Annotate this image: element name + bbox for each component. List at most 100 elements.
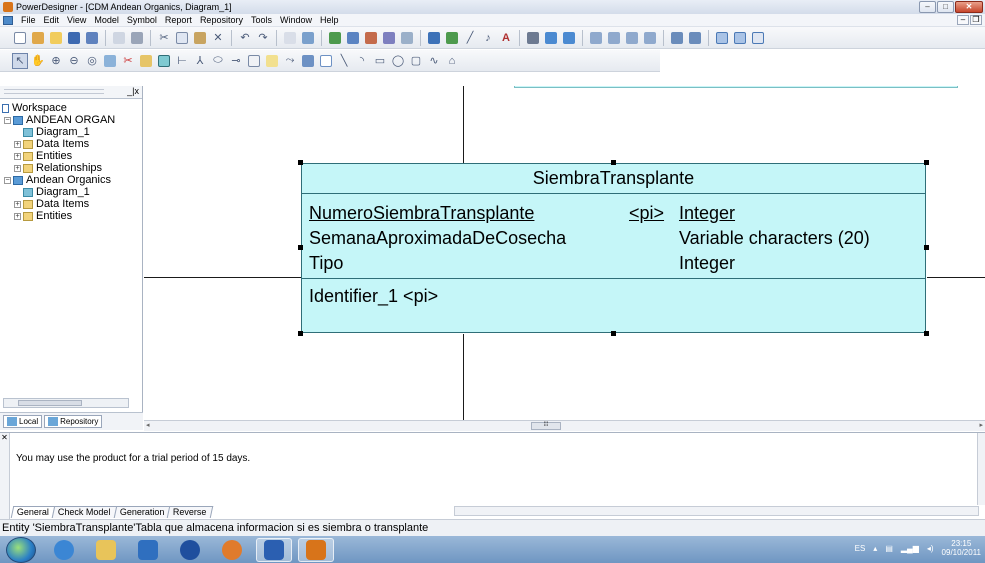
relationship-tool-icon[interactable]: ⊢ — [174, 53, 190, 69]
pen-icon[interactable]: ╱ — [462, 30, 478, 46]
tree-item-model-andean-organics[interactable]: − Andean Organics — [2, 174, 142, 186]
compare-icon[interactable] — [399, 30, 415, 46]
entity-siembra-transplante[interactable]: SiembraTransplante NumeroSiembraTranspla… — [301, 163, 926, 333]
internet-explorer-icon[interactable] — [46, 538, 82, 562]
view4-icon[interactable] — [642, 30, 658, 46]
scroll-right-icon[interactable]: ▸ — [979, 421, 983, 429]
attribute-row[interactable]: Tipo Integer — [309, 251, 925, 276]
ellipse-tool-icon[interactable]: ◯ — [390, 53, 406, 69]
output-panel-icon[interactable] — [732, 30, 748, 46]
text-tool-icon[interactable] — [318, 53, 334, 69]
undo-icon[interactable]: ↶ — [237, 30, 253, 46]
selection-handle[interactable] — [924, 331, 929, 336]
partial-entity-symbol[interactable] — [514, 86, 958, 88]
checkin-icon[interactable] — [543, 30, 559, 46]
zoom-in-icon[interactable]: ⊕ — [48, 53, 64, 69]
tab-general[interactable]: General — [10, 505, 56, 518]
mdi-restore-button[interactable]: ❐ — [970, 15, 982, 25]
signal-icon[interactable]: ▂▄▆ — [901, 544, 919, 553]
clock[interactable]: 23:15 09/10/2011 — [942, 539, 981, 557]
output-horizontal-scrollbar[interactable] — [454, 506, 979, 516]
powerdesigner-app-icon[interactable] — [3, 2, 13, 12]
save-all-icon[interactable] — [84, 30, 100, 46]
menu-symbol[interactable]: Symbol — [123, 14, 161, 26]
scroll-left-icon[interactable]: ◂ — [146, 421, 150, 429]
tab-check-model[interactable]: Check Model — [51, 505, 117, 518]
cut-icon[interactable]: ✂ — [156, 30, 172, 46]
pointer-icon[interactable]: ↖ — [12, 52, 28, 69]
report-icon[interactable] — [363, 30, 379, 46]
new-model-icon[interactable] — [30, 30, 46, 46]
expand-icon[interactable]: + — [14, 200, 21, 208]
note-tool-icon[interactable] — [264, 53, 280, 69]
tab-generation[interactable]: Generation — [113, 505, 171, 518]
tree-item-model-andean-organ[interactable]: − ANDEAN ORGAN — [2, 114, 142, 126]
format-icon[interactable]: ♪ — [480, 30, 496, 46]
tree-item-diagram[interactable]: Diagram_1 — [2, 126, 142, 138]
attribute-row[interactable]: SemanaAproximadaDeCosecha Variable chara… — [309, 226, 925, 251]
expand-icon[interactable]: + — [14, 152, 21, 160]
polygon-tool-icon[interactable]: ⌂ — [444, 53, 460, 69]
volume-icon[interactable]: ◂) — [927, 544, 934, 553]
tree-item-relationships[interactable]: + Relationships — [2, 162, 142, 174]
file-tool-icon[interactable] — [246, 53, 262, 69]
save-icon[interactable] — [66, 30, 82, 46]
window2-icon[interactable] — [687, 30, 703, 46]
expand-icon[interactable]: + — [14, 140, 21, 148]
document-icon[interactable] — [3, 15, 13, 25]
properties-icon[interactable] — [282, 30, 298, 46]
inheritance-tool-icon[interactable]: ⅄ — [192, 53, 208, 69]
browser-panel-icon[interactable] — [714, 30, 730, 46]
open-icon[interactable] — [48, 30, 64, 46]
hp-icon[interactable] — [172, 538, 208, 562]
word-icon[interactable] — [256, 537, 292, 562]
title-tool-icon[interactable] — [300, 53, 316, 69]
new-icon[interactable] — [12, 30, 28, 46]
view3-icon[interactable] — [624, 30, 640, 46]
file-explorer-icon[interactable] — [88, 538, 124, 562]
outlook-icon[interactable] — [130, 538, 166, 562]
browser-panel-close[interactable]: _|x — [127, 86, 139, 96]
collapse-icon[interactable]: − — [4, 176, 11, 184]
result-panel-icon[interactable] — [750, 30, 766, 46]
browser-icon[interactable] — [300, 30, 316, 46]
mdi-minimize-button[interactable]: – — [957, 15, 969, 25]
tree-item-workspace[interactable]: Workspace — [2, 102, 142, 114]
checkout-icon[interactable] — [561, 30, 577, 46]
window1-icon[interactable] — [669, 30, 685, 46]
association-tool-icon[interactable]: ⬭ — [210, 53, 226, 69]
menu-window[interactable]: Window — [276, 14, 316, 26]
language-indicator[interactable]: ES — [855, 544, 866, 553]
scrollbar-thumb[interactable]: ⁞⁞⁞ — [531, 422, 561, 430]
menu-repository[interactable]: Repository — [196, 14, 247, 26]
print-icon[interactable] — [129, 30, 145, 46]
menu-model[interactable]: Model — [90, 14, 123, 26]
selection-handle[interactable] — [298, 331, 303, 336]
selection-handle[interactable] — [924, 245, 929, 250]
expand-icon[interactable]: + — [14, 212, 21, 220]
tree-item-data-items[interactable]: + Data Items — [2, 198, 142, 210]
view1-icon[interactable] — [588, 30, 604, 46]
zoom-icon[interactable]: ◎ — [84, 53, 100, 69]
menu-report[interactable]: Report — [161, 14, 196, 26]
network-icon[interactable]: ▤ — [885, 544, 893, 553]
scrollbar-thumb[interactable] — [18, 400, 82, 406]
polyline-tool-icon[interactable]: ∿ — [426, 53, 442, 69]
table-icon[interactable] — [444, 30, 460, 46]
arc-tool-icon[interactable]: ◝ — [354, 53, 370, 69]
zoom-out-icon[interactable]: ⊖ — [66, 53, 82, 69]
maximize-button[interactable]: □ — [937, 1, 954, 13]
line-tool-icon[interactable]: ╲ — [336, 53, 352, 69]
delete-tool-icon[interactable]: ✂ — [120, 53, 136, 69]
copy-icon[interactable] — [174, 30, 190, 46]
expand-icon[interactable]: + — [14, 164, 21, 172]
tree-item-data-items[interactable]: + Data Items — [2, 138, 142, 150]
menu-view[interactable]: View — [63, 14, 90, 26]
repository-icon[interactable] — [525, 30, 541, 46]
tab-repository[interactable]: Repository — [44, 415, 103, 428]
firefox-icon[interactable] — [214, 538, 250, 562]
open-diagram-icon[interactable] — [102, 53, 118, 69]
association-link-icon[interactable]: ⊸ — [228, 53, 244, 69]
list-icon[interactable] — [426, 30, 442, 46]
tree-item-entities[interactable]: + Entities — [2, 210, 142, 222]
